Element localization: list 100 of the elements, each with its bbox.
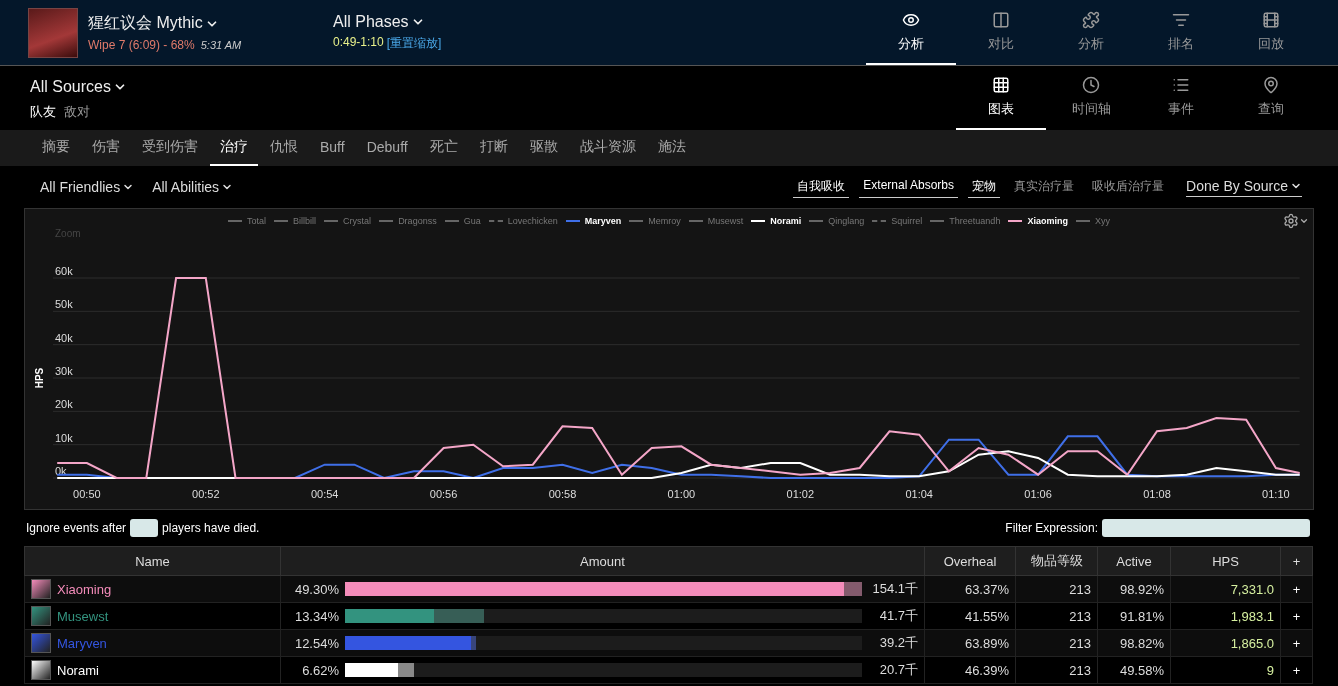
table-cell: 213 — [1015, 629, 1098, 657]
legend-item[interactable]: Xiaoming — [1008, 214, 1068, 228]
legend-item[interactable]: Maryven — [565, 214, 622, 228]
percent-text: 12.54% — [293, 635, 339, 651]
legend-item[interactable]: Threetuandh — [930, 214, 1001, 228]
list-icon — [1172, 76, 1190, 94]
y-axis-label: 20k — [55, 398, 73, 411]
table-cell: 98.92% — [1097, 575, 1171, 603]
y-axis-label: 50k — [55, 298, 73, 311]
legend-item[interactable]: Crystal — [324, 214, 372, 228]
legend-item[interactable]: Billbill — [274, 214, 317, 228]
table-cell: 63.89% — [924, 629, 1016, 657]
filter-toggle[interactable]: External Absorbs — [859, 176, 959, 198]
sources-dropdown[interactable]: All Sources — [30, 78, 127, 96]
filter-toggle[interactable]: 吸收盾治疗量 — [1088, 176, 1169, 198]
legend-item[interactable]: Squirrel — [872, 214, 923, 228]
class-icon — [31, 579, 51, 599]
x-axis-label: 00:54 — [310, 487, 339, 500]
table-cell: 1,865.0 — [1170, 629, 1281, 657]
filter-toggle[interactable]: 宠物 — [968, 176, 1001, 198]
report-tab[interactable]: 仇恨 — [260, 130, 308, 166]
player-name[interactable]: Norami — [57, 662, 99, 678]
settings-button[interactable] — [1283, 213, 1309, 229]
table-cell: 213 — [1015, 656, 1098, 684]
mode-dropdown[interactable]: Done By Source — [1186, 177, 1302, 197]
column-header[interactable]: Name — [24, 546, 281, 576]
encounter-dropdown[interactable]: 猩红议会 Mythic — [88, 13, 242, 34]
column-header[interactable]: HPS — [1170, 546, 1281, 576]
amount-text: 41.7千 — [878, 607, 918, 625]
death-count-field[interactable] — [130, 519, 159, 537]
filter-dropdown[interactable]: All Friendlies — [40, 179, 135, 195]
legend-item[interactable]: Gua — [444, 214, 481, 228]
report-tab[interactable]: 死亡 — [419, 130, 468, 166]
y-axis-label: 30k — [55, 364, 73, 377]
table-cell: 213 — [1015, 602, 1098, 630]
legend-item[interactable]: Norami — [751, 214, 802, 228]
view-tab[interactable]: 事件 — [1136, 66, 1226, 130]
amount-text: 154.1千 — [871, 580, 918, 598]
report-tab[interactable]: 治疗 — [210, 130, 258, 166]
phase-dropdown[interactable]: All Phases — [333, 13, 442, 31]
column-header[interactable]: Overheal — [924, 546, 1016, 576]
attempt-time: 5:31 AM — [200, 39, 242, 51]
report-tab[interactable]: 伤害 — [82, 130, 130, 166]
legend-item[interactable]: Qinglang — [809, 214, 865, 228]
reset-zoom-link[interactable]: [重置缩放] — [386, 35, 442, 52]
player-name[interactable]: Xiaoming — [57, 581, 112, 597]
table-cell: 91.81% — [1097, 602, 1171, 630]
player-name[interactable]: Musewst — [57, 608, 109, 624]
clock-icon — [1082, 76, 1100, 94]
table-cell: 46.39% — [924, 656, 1016, 684]
legend-item[interactable]: Musewst — [688, 214, 744, 228]
legend-item[interactable]: Dragonss — [379, 214, 437, 228]
report-tab[interactable]: 受到伤害 — [132, 130, 208, 166]
view-tab[interactable]: 时间轴 — [1046, 66, 1136, 130]
expand-button[interactable]: + — [1280, 602, 1313, 630]
x-axis-label: 00:56 — [429, 487, 458, 500]
column-header[interactable]: Amount — [280, 546, 925, 576]
legend-item[interactable]: Total — [228, 214, 267, 228]
x-axis-label: 01:02 — [786, 487, 815, 500]
nav-tab[interactable]: 对比 — [956, 0, 1046, 65]
report-tab[interactable]: Debuff — [356, 130, 418, 166]
legend-item[interactable]: Lovechicken — [488, 214, 558, 228]
expand-button[interactable]: + — [1280, 629, 1313, 657]
column-header[interactable]: + — [1280, 546, 1313, 576]
legend-item[interactable]: Memroy — [629, 214, 681, 228]
film-icon — [1262, 10, 1280, 29]
class-icon — [31, 606, 51, 626]
filter-toggle[interactable]: 真实治疗量 — [1010, 176, 1079, 198]
legend-item[interactable]: Xyy — [1075, 214, 1110, 228]
filter-expression-field[interactable] — [1102, 519, 1310, 537]
report-tab[interactable]: 打断 — [469, 130, 518, 166]
report-tab[interactable]: Buff — [310, 130, 355, 166]
report-tab[interactable]: 施法 — [647, 130, 696, 166]
table-cell: 63.37% — [924, 575, 1016, 603]
y-axis-label: 40k — [55, 331, 73, 344]
map-pin-icon — [1262, 76, 1280, 94]
expand-button[interactable]: + — [1280, 656, 1313, 684]
column-header[interactable]: 物品等级 — [1015, 546, 1098, 576]
filter-dropdown[interactable]: All Abilities — [152, 179, 234, 195]
nav-tab[interactable]: 分析 — [1046, 0, 1136, 65]
table-cell: 98.82% — [1097, 629, 1171, 657]
report-tab[interactable]: 摘要 — [32, 130, 80, 166]
nav-tab[interactable]: 分析 — [866, 0, 956, 65]
nav-tab[interactable]: 回放 — [1226, 0, 1316, 65]
source-filter-tab[interactable]: 敌对 — [64, 104, 90, 119]
table-cell: 213 — [1015, 575, 1098, 603]
amount-text: 39.2千 — [878, 634, 918, 652]
report-tab[interactable]: 驱散 — [519, 130, 568, 166]
x-axis-label: 00:58 — [548, 487, 577, 500]
column-header[interactable]: Active — [1097, 546, 1171, 576]
report-tab[interactable]: 战斗资源 — [569, 130, 646, 166]
nav-tab[interactable]: 排名 — [1136, 0, 1226, 65]
y-axis-label: 60k — [55, 264, 73, 277]
caret-icon — [1299, 216, 1309, 226]
x-axis-label: 01:06 — [1024, 487, 1052, 500]
filter-toggle[interactable]: 自我吸收 — [793, 176, 850, 198]
view-tab[interactable]: 查询 — [1226, 66, 1316, 130]
expand-button[interactable]: + — [1280, 575, 1313, 603]
x-axis-label: 01:00 — [667, 487, 696, 500]
source-filter-tab[interactable]: 队友 — [30, 104, 56, 119]
